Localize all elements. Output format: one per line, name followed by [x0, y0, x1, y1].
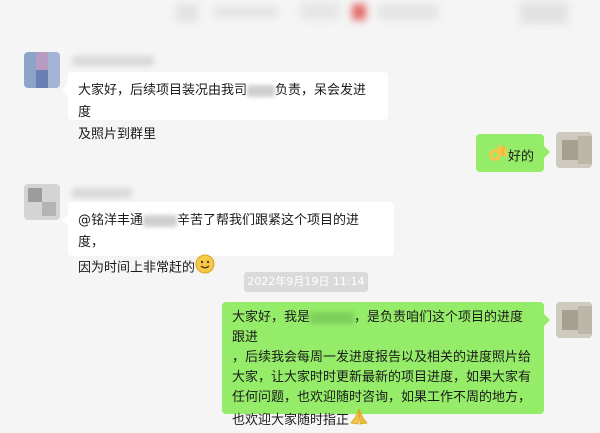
message-timestamp: 2022年9月19日 11:14 [244, 272, 368, 292]
message-text: 好的 [508, 149, 535, 165]
blurred-header-strip [0, 0, 600, 28]
message-text: @铭洋丰通 [78, 213, 144, 228]
redacted-text [143, 214, 178, 227]
ok-hand-icon [486, 142, 508, 172]
message-bubble[interactable]: 大家好，我是 ，是负责咱们这个项目的进度跟进 ，后续我会每周一发进度报告以及相关的… [222, 302, 550, 428]
message-text: ，后续我会每周一发进度报告以及相关的进度照片给 [232, 350, 532, 365]
message-text: 任何问题，也欢迎随时咨询，如果工作不周的地方， [232, 390, 532, 405]
avatar[interactable] [556, 302, 592, 338]
message-text: 也欢迎大家随时指正 [232, 413, 350, 428]
message-text: 大家，让大家时时更新最新的项目进度，如果大家有 [232, 370, 532, 385]
avatar[interactable] [556, 132, 592, 168]
pray-icon [349, 408, 369, 433]
avatar[interactable] [24, 184, 60, 220]
smile-icon [195, 254, 215, 282]
message-text: 大家好，后续项目装况由我司 [78, 83, 248, 98]
message-text: 因为时间上非常赶的 [78, 260, 196, 276]
message-bubble[interactable]: @铭洋丰通 辛苦了帮我们跟紧这个项目的进度， 因为时间上非常赶的 [62, 202, 394, 276]
redacted-text [310, 311, 355, 324]
message-text: 及照片到群里 [78, 127, 157, 142]
message-bubble[interactable]: 好的 [476, 134, 550, 172]
message-text: 大家好，我是 [232, 310, 311, 325]
message-bubble[interactable]: 大家好，后续项目装况由我司 负责，呆会发进度 及照片到群里 [62, 72, 388, 142]
redacted-text [247, 84, 276, 97]
avatar[interactable] [24, 52, 60, 88]
sender-name [72, 56, 154, 66]
sender-name [72, 188, 132, 198]
